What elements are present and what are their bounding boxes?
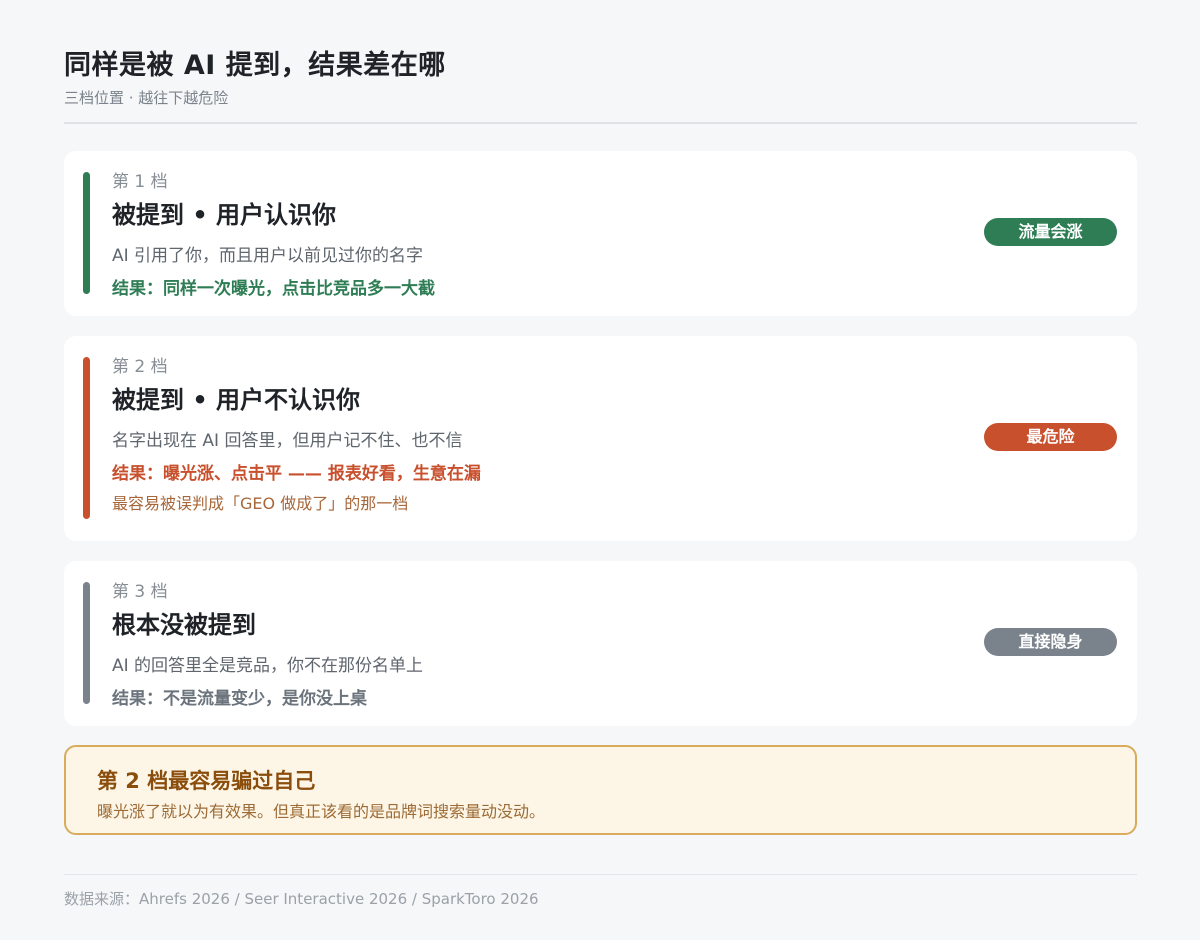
tier-title: 被提到 • 用户认识你 <box>112 201 337 229</box>
tier-content: 第 2 档 被提到 • 用户不认识你 名字出现在 AI 回答里，但用户记不住、也… <box>112 356 937 515</box>
tier-description: 名字出现在 AI 回答里，但用户记不住、也不信 <box>112 431 463 451</box>
tier-card-3: 第 3 档 根本没被提到 AI 的回答里全是竞品，你不在那份名单上 结果：不是流… <box>64 561 1137 726</box>
footer-source: 数据来源：Ahrefs 2026 / Seer Interactive 2026… <box>64 874 1137 909</box>
tier-label: 第 3 档 <box>112 582 168 602</box>
page: 同样是被 AI 提到，结果差在哪 三档位置 · 越往下越危险 第 1 档 被提到… <box>0 0 1200 940</box>
tier-accent-bar <box>83 357 90 519</box>
tier-badge: 流量会涨 <box>984 218 1117 246</box>
tier-card-2: 第 2 档 被提到 • 用户不认识你 名字出现在 AI 回答里，但用户记不住、也… <box>64 336 1137 541</box>
tier-content: 第 1 档 被提到 • 用户认识你 AI 引用了你，而且用户以前见过你的名字 结… <box>112 171 937 300</box>
tier-result: 结果：不是流量变少，是你没上桌 <box>112 689 367 709</box>
tier-note: 最容易被误判成「GEO 做成了」的那一档 <box>112 494 409 513</box>
tier-description: AI 引用了你，而且用户以前见过你的名字 <box>112 246 424 266</box>
header: 同样是被 AI 提到，结果差在哪 三档位置 · 越往下越危险 <box>64 0 1137 124</box>
tier-description: AI 的回答里全是竞品，你不在那份名单上 <box>112 656 424 676</box>
tier-accent-bar <box>83 582 90 704</box>
tier-result: 结果：同样一次曝光，点击比竞品多一大截 <box>112 279 435 299</box>
warning-callout: 第 2 档最容易骗过自己 曝光涨了就以为有效果。但真正该看的是品牌词搜索量动没动… <box>64 745 1137 835</box>
tier-result: 结果：曝光涨、点击平 —— 报表好看，生意在漏 <box>112 464 481 484</box>
tier-label: 第 2 档 <box>112 357 168 377</box>
tier-badge: 最危险 <box>984 423 1117 451</box>
tier-badge: 直接隐身 <box>984 628 1117 656</box>
page-title: 同样是被 AI 提到，结果差在哪 <box>64 50 446 81</box>
tier-card-1: 第 1 档 被提到 • 用户认识你 AI 引用了你，而且用户以前见过你的名字 结… <box>64 151 1137 316</box>
tier-content: 第 3 档 根本没被提到 AI 的回答里全是竞品，你不在那份名单上 结果：不是流… <box>112 581 937 710</box>
tier-title: 被提到 • 用户不认识你 <box>112 386 361 414</box>
page-subtitle: 三档位置 · 越往下越危险 <box>64 89 229 107</box>
callout-text: 曝光涨了就以为有效果。但真正该看的是品牌词搜索量动没动。 <box>97 802 546 821</box>
tier-title: 根本没被提到 <box>112 611 256 639</box>
tier-label: 第 1 档 <box>112 172 168 192</box>
callout-title: 第 2 档最容易骗过自己 <box>97 769 316 793</box>
tier-accent-bar <box>83 172 90 294</box>
